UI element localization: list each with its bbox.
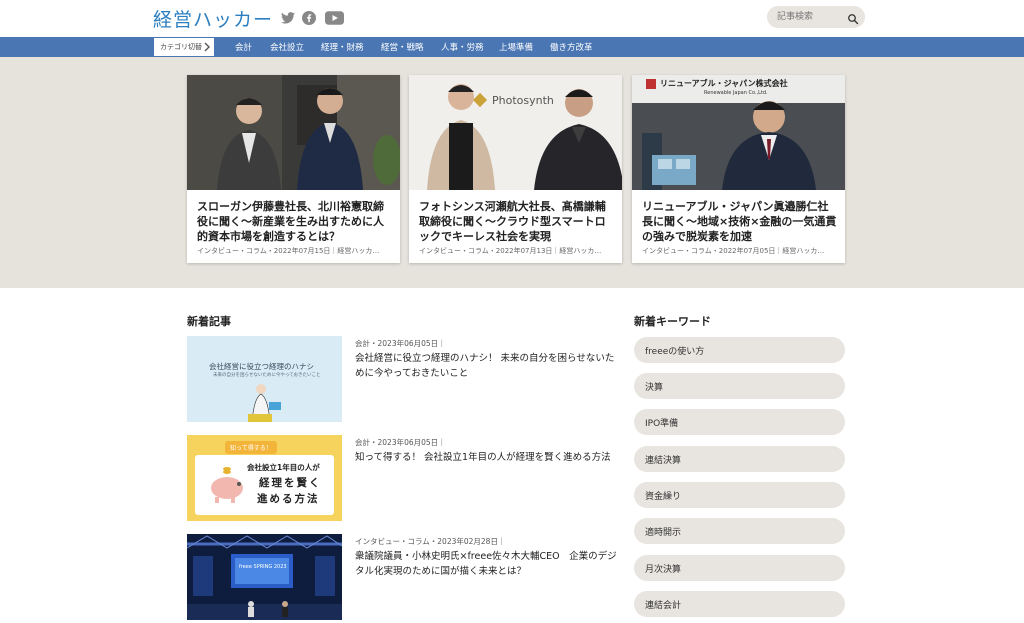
category-switch-label: カテゴリ切替 <box>160 43 202 51</box>
article-thumbnail[interactable]: 知って得する！ 会社設立1年目の人が 経理を賢く 進める方法 <box>187 435 342 521</box>
category-nav: カテゴリ切替 会計 会社設立 経理・財務 経営・戦略 人事・労務 上場準備 働き… <box>0 37 1024 57</box>
keyword-pill[interactable]: freeeの使い方 <box>634 337 845 363</box>
featured-card[interactable]: リニューアブル・ジャパン株式会社 Renewable Japan Co.,Ltd… <box>632 75 845 263</box>
nav-item-strategy[interactable]: 経営・戦略 <box>381 41 424 53</box>
chevron-right-icon <box>204 42 210 54</box>
search-box <box>767 6 865 28</box>
article-title[interactable]: 衆議院議員・小林史明氏×freee佐々木大輔CEO 企業のデジタル化実現のために… <box>355 549 617 579</box>
article-item[interactable]: 知って得する！ 会社設立1年目の人が 経理を賢く 進める方法 会計・2023年0… <box>187 435 617 521</box>
keyword-pill[interactable]: 資金繰り <box>634 482 845 508</box>
article-item[interactable]: freee SPRING 2023 インタビュー・コラム・2023年02月28日… <box>187 534 617 620</box>
thumbnail-caption: freee SPRING 2023 <box>239 564 287 570</box>
keyword-pill[interactable]: 連結会計 <box>634 591 845 617</box>
site-logo[interactable]: 経営ハッカー <box>153 5 273 32</box>
featured-section: スローガン伊藤豊社長、北川裕憲取締役に聞く〜新産業を生み出すために人的資本市場を… <box>0 57 1024 288</box>
nav-item-hr[interactable]: 人事・労務 <box>441 41 484 53</box>
featured-card-meta: インタビュー・コラム・2022年07月05日｜経営ハッカ… <box>642 247 825 255</box>
featured-card-image-logo: Photosynth <box>492 94 554 107</box>
featured-card-meta: インタビュー・コラム・2022年07月13日｜経営ハッカ… <box>419 247 602 255</box>
nav-item-incorporation[interactable]: 会社設立 <box>270 41 304 53</box>
twitter-icon[interactable] <box>281 10 295 26</box>
featured-card-image-sign: リニューアブル・ジャパン株式会社 <box>660 79 788 88</box>
keyword-pill[interactable]: 連結決算 <box>634 446 845 472</box>
nav-item-ipo[interactable]: 上場準備 <box>499 41 533 53</box>
article-title[interactable]: 会社経営に役立つ経理のハナシ！ 未来の自分を困らせないために今やっておきたいこと <box>355 351 617 381</box>
site-header: 経営ハッカー <box>0 0 1024 37</box>
youtube-icon[interactable] <box>325 10 344 26</box>
new-articles-heading: 新着記事 <box>187 315 231 328</box>
featured-card-image <box>187 75 400 190</box>
article-meta: 会計・2023年06月05日｜ <box>355 438 446 447</box>
article-title[interactable]: 知って得する！ 会社設立1年目の人が経理を賢く進める方法 <box>355 450 617 465</box>
article-meta: 会計・2023年06月05日｜ <box>355 339 446 348</box>
article-meta: インタビュー・コラム・2023年02月28日｜ <box>355 537 506 546</box>
featured-card-meta: インタビュー・コラム・2022年07月15日｜経営ハッカ… <box>197 247 380 255</box>
keyword-pill[interactable]: 決算 <box>634 373 845 399</box>
facebook-icon[interactable] <box>302 10 316 26</box>
featured-card-image: Photosynth <box>409 75 622 190</box>
category-switch-button[interactable]: カテゴリ切替 <box>154 38 214 56</box>
new-keywords-heading: 新着キーワード <box>634 315 711 328</box>
article-item[interactable]: 会社経営に役立つ経理のハナシ 未来の自分を困らせないために今やっておきたいこと … <box>187 336 617 422</box>
keyword-pill[interactable]: 適時開示 <box>634 518 845 544</box>
featured-card-title[interactable]: フォトシンス河瀬航大社長、髙橋謙輔取締役に聞く〜クラウド型スマートロックでキーレ… <box>419 199 615 244</box>
keyword-pill[interactable]: 月次決算 <box>634 555 845 581</box>
keyword-pill[interactable]: IPO準備 <box>634 409 845 435</box>
article-thumbnail[interactable]: 会社経営に役立つ経理のハナシ 未来の自分を困らせないために今やっておきたいこと <box>187 336 342 422</box>
featured-card[interactable]: スローガン伊藤豊社長、北川裕憲取締役に聞く〜新産業を生み出すために人的資本市場を… <box>187 75 400 263</box>
featured-card-image-subsign: Renewable Japan Co.,Ltd. <box>704 90 768 96</box>
search-input[interactable] <box>777 9 843 25</box>
search-icon[interactable] <box>847 10 859 29</box>
article-thumbnail[interactable]: freee SPRING 2023 <box>187 534 342 620</box>
nav-item-workstyle[interactable]: 働き方改革 <box>550 41 593 53</box>
featured-card-title[interactable]: スローガン伊藤豊社長、北川裕憲取締役に聞く〜新産業を生み出すために人的資本市場を… <box>197 199 393 244</box>
featured-card[interactable]: Photosynth フォトシンス河瀬航大社長、髙橋謙輔取締役に聞く〜クラウド型… <box>409 75 622 263</box>
featured-card-image: リニューアブル・ジャパン株式会社 Renewable Japan Co.,Ltd… <box>632 75 845 190</box>
nav-item-accounting[interactable]: 会計 <box>235 41 252 53</box>
featured-card-title[interactable]: リニューアブル・ジャパン眞邉勝仁社長に聞く〜地域×技術×金融の一気通貫の強みで脱… <box>642 199 838 244</box>
nav-item-finance[interactable]: 経理・財務 <box>321 41 364 53</box>
